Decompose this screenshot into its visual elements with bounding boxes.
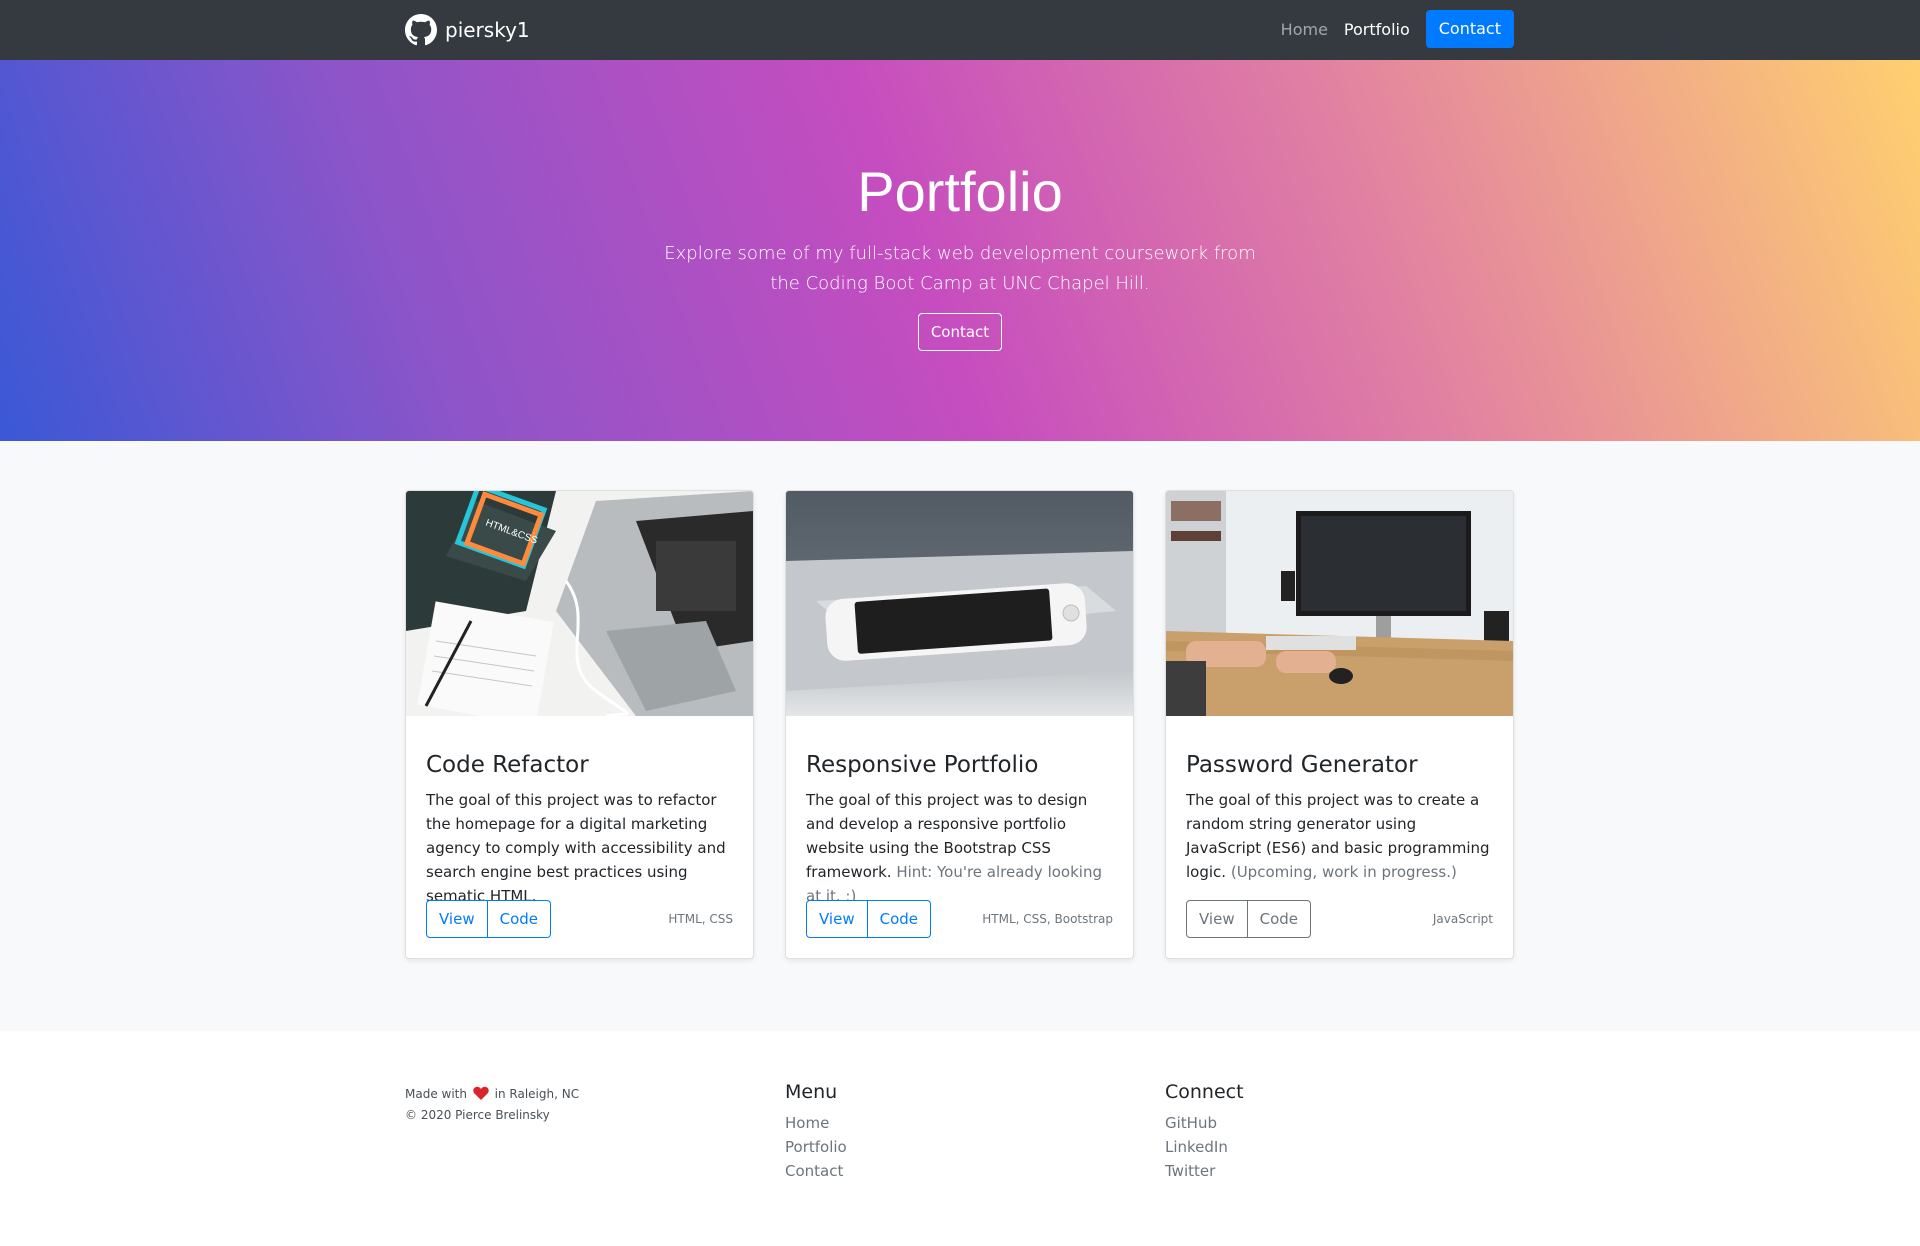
projects-section: HTML&CSS Code Refactor The goal of this … <box>0 441 1920 1031</box>
code-button[interactable]: Code <box>1247 900 1312 938</box>
page-title: Portfolio <box>857 160 1063 223</box>
card-body: Code Refactor The goal of this project w… <box>406 716 753 908</box>
project-image-phone-laptop <box>786 491 1133 716</box>
brand[interactable]: piersky1 <box>405 14 530 46</box>
footer-menu-title: Menu <box>785 1081 838 1103</box>
footer-link-contact[interactable]: Contact <box>785 1159 847 1183</box>
navbar: piersky1 Home Portfolio Contact <box>0 0 1920 60</box>
project-card: Responsive Portfolio The goal of this pr… <box>785 490 1134 959</box>
project-card: HTML&CSS Code Refactor The goal of this … <box>405 490 754 959</box>
view-button[interactable]: View <box>1186 900 1248 938</box>
nav-contact-button[interactable]: Contact <box>1425 10 1514 48</box>
footer-credits: Made with in Raleigh, NC © 2020 Pierce B… <box>405 1085 579 1125</box>
hero-contact-button[interactable]: Contact <box>917 313 1003 352</box>
footer-connect-title: Connect <box>1165 1081 1244 1103</box>
code-button[interactable]: Code <box>867 900 932 938</box>
card-title: Password Generator <box>1186 752 1418 778</box>
card-description: The goal of this project was to refactor… <box>426 791 726 905</box>
nav-links: Home Portfolio Contact <box>1281 10 1514 48</box>
nav-portfolio[interactable]: Portfolio <box>1344 20 1410 39</box>
heart-icon <box>473 1086 489 1106</box>
card-actions: View Code HTML, CSS, Bootstrap <box>806 900 1113 938</box>
button-group: View Code <box>426 900 552 938</box>
card-text: The goal of this project was to refactor… <box>426 788 733 908</box>
nav-home[interactable]: Home <box>1281 20 1328 39</box>
tech-tags: HTML, CSS, Bootstrap <box>982 912 1113 926</box>
card-status: (Upcoming, work in progress.) <box>1230 863 1457 881</box>
footer-link-twitter[interactable]: Twitter <box>1165 1159 1244 1183</box>
footer-connect: Connect GitHub LinkedIn Twitter <box>1165 1081 1244 1183</box>
view-button[interactable]: View <box>426 900 488 938</box>
footer: Made with in Raleigh, NC © 2020 Pierce B… <box>0 1031 1920 1246</box>
tech-tags: HTML, CSS <box>668 912 733 926</box>
hero-subtitle: Explore some of my full-stack web develo… <box>664 243 1256 295</box>
card-actions: View Code JavaScript <box>1186 900 1493 938</box>
button-group: View Code <box>806 900 932 938</box>
project-image-laptop-book: HTML&CSS <box>406 491 753 716</box>
card-text: The goal of this project was to design a… <box>806 788 1113 908</box>
view-button[interactable]: View <box>806 900 868 938</box>
project-card: Password Generator The goal of this proj… <box>1165 490 1514 959</box>
footer-menu: Menu Home Portfolio Contact <box>785 1081 847 1183</box>
brand-name: piersky1 <box>445 18 530 42</box>
project-cards: HTML&CSS Code Refactor The goal of this … <box>405 490 1514 959</box>
card-text: The goal of this project was to create a… <box>1186 788 1493 884</box>
footer-link-home[interactable]: Home <box>785 1111 847 1135</box>
hero: Portfolio Explore some of my full-stack … <box>0 60 1920 441</box>
card-title: Code Refactor <box>426 752 589 778</box>
card-actions: View Code HTML, CSS <box>426 900 733 938</box>
code-button[interactable]: Code <box>487 900 552 938</box>
button-group: View Code <box>1186 900 1312 938</box>
tech-tags: JavaScript <box>1432 912 1493 926</box>
card-title: Responsive Portfolio <box>806 752 1039 778</box>
footer-link-github[interactable]: GitHub <box>1165 1111 1244 1135</box>
made-with-line: Made with in Raleigh, NC <box>405 1085 579 1106</box>
project-image-desk-monitor <box>1166 491 1513 716</box>
made-with-prefix: Made with <box>405 1087 467 1101</box>
footer-link-portfolio[interactable]: Portfolio <box>785 1135 847 1159</box>
card-body: Password Generator The goal of this proj… <box>1166 716 1513 884</box>
github-icon <box>405 14 437 46</box>
made-with-suffix: in Raleigh, NC <box>494 1087 580 1101</box>
copyright: © 2020 Pierce Brelinsky <box>405 1108 550 1122</box>
card-body: Responsive Portfolio The goal of this pr… <box>786 716 1133 908</box>
footer-link-linkedin[interactable]: LinkedIn <box>1165 1135 1244 1159</box>
